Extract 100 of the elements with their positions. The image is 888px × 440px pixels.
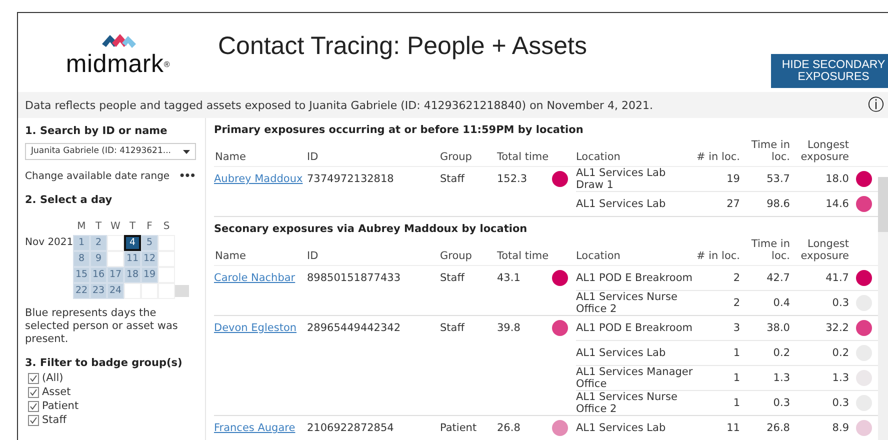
weekday-label: T xyxy=(94,220,103,234)
column-header: Total time xyxy=(497,250,550,262)
column-header: # in loc. xyxy=(696,151,740,163)
table-cell-text: AL1 Services Lab xyxy=(576,198,667,210)
table-cell-text: 3 xyxy=(732,322,740,334)
person-link[interactable]: Devon Egleston xyxy=(214,322,307,334)
table-cell: 26.8 xyxy=(497,422,520,434)
calendar-day[interactable]: 1 xyxy=(73,235,90,251)
more-button[interactable]: ••• xyxy=(178,170,195,183)
calendar-day[interactable]: 15 xyxy=(73,267,90,283)
column-header: Longest exposure xyxy=(800,238,849,262)
table-cell-text: AL1 POD E Breakroom xyxy=(576,272,694,284)
calendar-day[interactable]: 16 xyxy=(90,267,107,283)
table-cell-text: 1.3 xyxy=(772,372,790,384)
weekday-label: T xyxy=(128,220,137,234)
table-cell-text: 1 xyxy=(732,372,740,384)
calendar-day[interactable]: 4 xyxy=(124,235,141,251)
hide-secondary-button[interactable]: HIDE SECONDARY EXPOSURES xyxy=(771,54,888,88)
table-cell: 28965449442342 xyxy=(307,322,401,334)
calendar-day[interactable] xyxy=(141,283,158,299)
info-icon[interactable]: ⓘ xyxy=(868,94,884,116)
checkbox[interactable] xyxy=(28,386,39,398)
table-cell-text: 1 xyxy=(732,347,740,359)
column-header: Time in loc. xyxy=(750,238,790,262)
calendar-day[interactable] xyxy=(158,235,175,251)
person-link[interactable]: Frances Augare xyxy=(214,422,307,434)
column-header: # in loc. xyxy=(696,250,740,262)
calendar-day[interactable]: 22 xyxy=(73,283,90,299)
table-cell: Staff xyxy=(440,322,464,334)
table-cell-text: 0.2 xyxy=(772,347,790,359)
calendar-day[interactable]: 17 xyxy=(107,267,124,283)
table-cell: 152.3 xyxy=(497,173,528,185)
section-title: Seconary exposures via Aubrey Maddoux by location xyxy=(214,222,528,237)
table-cell-text: 32.2 xyxy=(824,322,849,334)
table-cell-text: AL1 POD E Breakroom xyxy=(576,322,694,334)
table-cell-text: 0.3 xyxy=(831,397,849,409)
table-cell: Staff xyxy=(440,173,464,185)
checkbox[interactable] xyxy=(28,400,39,412)
search-dropdown[interactable]: Juanita Gabriele (ID: 41293621... xyxy=(25,143,196,160)
calendar-day[interactable]: 18 xyxy=(124,267,141,283)
person-link[interactable]: Aubrey Maddoux xyxy=(214,173,307,185)
legend-text: Blue represents days the selected person or asset was present. xyxy=(25,307,179,346)
calendar-day[interactable] xyxy=(124,283,141,299)
column-header: Name xyxy=(214,151,247,163)
weekday-label: W xyxy=(110,220,122,234)
person-link[interactable]: Carole Nachbar xyxy=(214,272,307,284)
weekday-label: F xyxy=(146,220,154,234)
filter-label: Staff xyxy=(42,414,66,426)
table-cell-text: 2 xyxy=(732,272,740,284)
table-cell-text: AL1 Services Lab xyxy=(576,422,667,434)
calendar-day[interactable] xyxy=(158,251,175,267)
calendar-day[interactable]: 5 xyxy=(141,235,158,251)
calendar-day[interactable] xyxy=(158,283,175,299)
table-cell-text: 38.0 xyxy=(766,322,790,334)
column-header: Location xyxy=(576,250,622,262)
checkbox[interactable] xyxy=(28,372,39,384)
table-cell-text: 42.7 xyxy=(766,272,790,284)
column-header: Longest exposure xyxy=(800,139,849,163)
calendar-day[interactable] xyxy=(107,235,124,251)
table-cell-text: 26.8 xyxy=(766,422,790,434)
table-cell-text: 0.3 xyxy=(831,297,849,309)
calendar-day[interactable]: 2 xyxy=(90,235,107,251)
filter-label: (All) xyxy=(42,372,64,384)
calendar-day[interactable]: 23 xyxy=(90,283,107,299)
calendar-day[interactable]: 11 xyxy=(124,251,141,267)
calendar-day[interactable]: 19 xyxy=(141,267,158,283)
calendar-day[interactable]: 8 xyxy=(73,251,90,267)
calendar-day[interactable] xyxy=(107,251,124,267)
table-cell: 2106922872854 xyxy=(307,422,394,434)
table-cell-text: 1 xyxy=(732,397,740,409)
table-cell-text: 19 xyxy=(726,173,740,185)
table-cell-text: 98.6 xyxy=(766,198,790,210)
table-cell-text: 18.0 xyxy=(824,173,849,185)
calendar-day[interactable]: 24 xyxy=(107,283,124,299)
table-cell-text: AL1 Services Nurse Office 2 xyxy=(576,391,678,415)
scrollbar-thumb[interactable] xyxy=(175,285,189,297)
column-header: Group xyxy=(440,151,473,163)
filter-label: Asset xyxy=(42,386,71,398)
table-cell-text: 8.9 xyxy=(831,422,849,434)
calendar-day[interactable]: 9 xyxy=(90,251,107,267)
calendar-day[interactable]: 12 xyxy=(141,251,158,267)
section-heading: 3. Filter to badge group(s) xyxy=(25,356,184,370)
weekday-label: S xyxy=(162,220,171,234)
table-cell-text: 0.2 xyxy=(831,347,849,359)
date-range-label: Change available date range xyxy=(25,170,170,183)
table-cell-text: 14.6 xyxy=(824,198,849,210)
column-header: Group xyxy=(440,250,473,262)
checkbox[interactable] xyxy=(28,414,39,426)
table-cell: Patient xyxy=(440,422,477,434)
column-header: ID xyxy=(307,250,320,262)
table-cell: 39.8 xyxy=(497,322,520,334)
table-cell-text: 0.3 xyxy=(772,397,790,409)
logo-text: midmark$^{®}$ xyxy=(66,50,170,79)
table-cell-text: AL1 Services Lab Draw 1 xyxy=(576,167,667,191)
column-header: Location xyxy=(576,151,622,163)
calendar-day[interactable] xyxy=(158,267,175,283)
column-header: ID xyxy=(307,151,320,163)
scrollbar[interactable] xyxy=(878,177,888,440)
table-cell-text: 11 xyxy=(726,422,740,434)
table-cell-text: AL1 Services Nurse Office 2 xyxy=(576,291,678,315)
